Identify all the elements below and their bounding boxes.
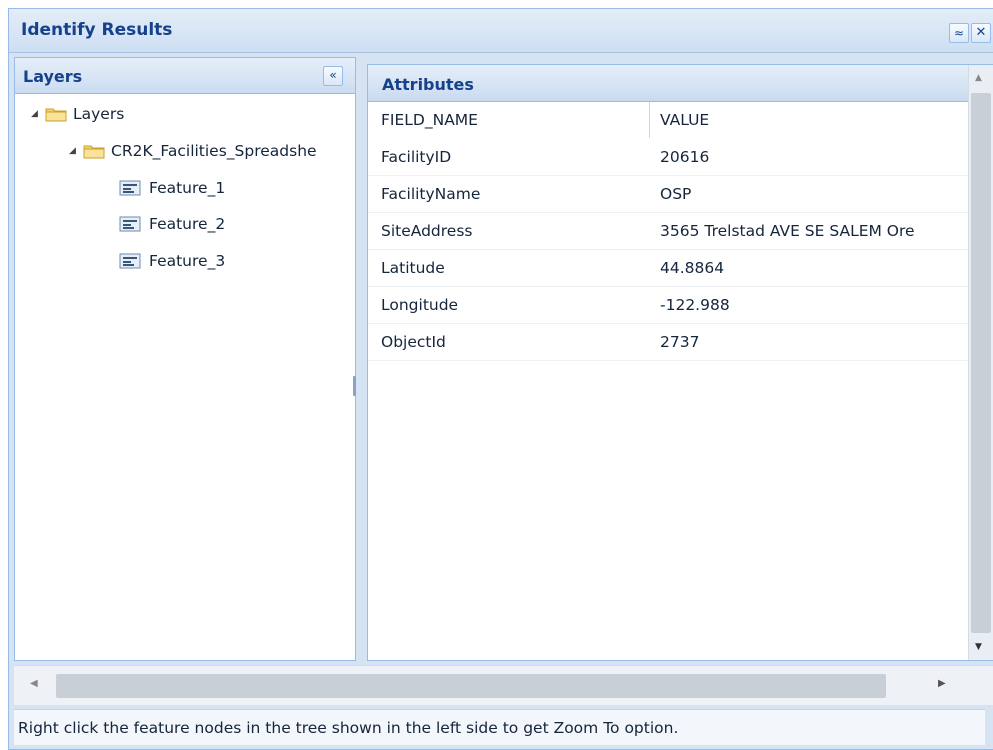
horizontal-scroll-thumb[interactable]: [56, 674, 886, 698]
field-name-cell: ObjectId: [381, 333, 446, 351]
field-name-cell: FacilityName: [381, 185, 481, 203]
tree-node-cr2k-facilities[interactable]: ◢ CR2K_Facilities_Spreadshe: [69, 137, 317, 165]
status-bar: Right click the feature nodes in the tre…: [14, 709, 985, 745]
layers-panel-header: Layers «: [15, 58, 355, 94]
tree-node-feature-2[interactable]: Feature_2: [119, 210, 225, 238]
collapse-window-button[interactable]: ≈: [949, 23, 969, 43]
table-row[interactable]: FacilityName OSP: [368, 176, 968, 213]
tree-node-label: CR2K_Facilities_Spreadshe: [111, 142, 317, 160]
vertical-scrollbar[interactable]: ▲ ▼: [968, 65, 993, 660]
expander-icon[interactable]: ◢: [69, 146, 79, 156]
layers-panel: Layers « ◢ Layers ◢ CR2K_Facilities_Spre…: [14, 57, 356, 661]
table-row[interactable]: SiteAddress 3565 Trelstad AVE SE SALEM O…: [368, 213, 968, 250]
value-cell: OSP: [660, 185, 692, 203]
close-icon: ✕: [975, 25, 987, 40]
table-row[interactable]: Latitude 44.8864: [368, 250, 968, 287]
column-header-value[interactable]: VALUE: [660, 111, 709, 129]
window-title: Identify Results: [21, 20, 173, 40]
scroll-down-arrow-icon[interactable]: ▼: [975, 642, 982, 652]
feature-icon: [119, 180, 141, 196]
status-message: Right click the feature nodes in the tre…: [18, 719, 679, 737]
close-window-button[interactable]: ✕: [971, 23, 991, 43]
table-row[interactable]: Longitude -122.988: [368, 287, 968, 324]
collapse-layers-button[interactable]: «: [323, 66, 343, 86]
scroll-right-arrow-icon[interactable]: ▶: [938, 678, 946, 689]
splitter-grip[interactable]: [353, 376, 356, 396]
attributes-panel-title: Attributes: [382, 75, 474, 94]
collapse-icon: ≈: [953, 26, 965, 40]
column-divider[interactable]: [649, 102, 650, 138]
folder-icon: [83, 145, 105, 159]
tree-node-label: Feature_3: [149, 252, 226, 270]
attributes-panel: Attributes FIELD_NAME VALUE FacilityID 2…: [367, 64, 993, 661]
tree-node-label: Feature_1: [149, 179, 226, 197]
scroll-up-arrow-icon[interactable]: ▲: [975, 73, 982, 83]
value-cell: 3565 Trelstad AVE SE SALEM Ore: [660, 222, 915, 240]
layers-panel-title: Layers: [23, 67, 83, 86]
field-name-cell: SiteAddress: [381, 222, 473, 240]
panel-splitter[interactable]: [358, 57, 365, 661]
feature-icon: [119, 216, 141, 232]
value-cell: 20616: [660, 148, 710, 166]
field-name-cell: Latitude: [381, 259, 445, 277]
tree-node-label: Layers: [73, 105, 125, 123]
attributes-panel-header: Attributes: [368, 65, 993, 102]
scroll-left-arrow-icon[interactable]: ◀: [30, 678, 38, 689]
horizontal-scrollbar[interactable]: ◀ ▶: [14, 665, 993, 705]
field-name-cell: FacilityID: [381, 148, 452, 166]
table-row[interactable]: ObjectId 2737: [368, 324, 968, 361]
column-header-field-name[interactable]: FIELD_NAME: [381, 111, 478, 129]
tree-node-layers[interactable]: ◢ Layers: [31, 100, 124, 128]
vertical-scroll-thumb[interactable]: [971, 93, 991, 633]
field-name-cell: Longitude: [381, 296, 459, 314]
folder-icon: [45, 108, 67, 122]
tree-node-feature-3[interactable]: Feature_3: [119, 247, 225, 275]
value-cell: 2737: [660, 333, 700, 351]
tree-node-feature-1[interactable]: Feature_1: [119, 174, 225, 202]
feature-icon: [119, 253, 141, 269]
value-cell: -122.988: [660, 296, 730, 314]
tree-node-label: Feature_2: [149, 215, 226, 233]
attributes-grid-header: FIELD_NAME VALUE: [368, 102, 968, 139]
window-title-bar: Identify Results ≈ ✕: [9, 9, 993, 53]
value-cell: 44.8864: [660, 259, 725, 277]
table-row[interactable]: FacilityID 20616: [368, 139, 968, 176]
expander-icon[interactable]: ◢: [31, 109, 41, 119]
double-chevron-left-icon: «: [329, 68, 337, 82]
